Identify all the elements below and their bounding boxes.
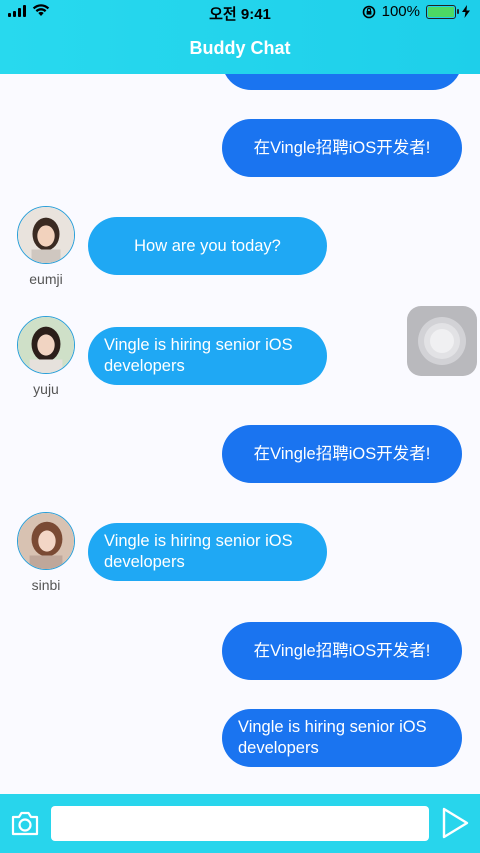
sender-name: eumji xyxy=(29,271,63,287)
message-bubble-outgoing: 在Vingle招聘iOS开发者! xyxy=(222,425,462,483)
navigation-header: 오전 9:41 100% Buddy Chat xyxy=(0,0,480,74)
sender-name: sinbi xyxy=(31,577,61,593)
page-title: Buddy Chat xyxy=(189,38,291,58)
message-bubble-partial xyxy=(222,74,462,90)
rotation-lock-icon xyxy=(362,5,375,18)
chat-screen: 오전 9:41 100% Buddy Chat 在Vingle招聘iOS开发者! xyxy=(0,0,480,853)
avatar-eumji[interactable] xyxy=(17,206,75,264)
assistive-touch-icon[interactable] xyxy=(407,306,477,376)
battery-percent: 100% xyxy=(381,3,420,20)
message-bubble-outgoing: 在Vingle招聘iOS开发者! xyxy=(222,119,462,177)
avatar-sinbi[interactable] xyxy=(17,512,75,570)
status-right: 100% xyxy=(362,3,470,20)
message-bubble-incoming: Vingle is hiring senior iOS developers xyxy=(88,327,327,385)
message-bubble-outgoing: 在Vingle招聘iOS开发者! xyxy=(222,622,462,680)
message-list[interactable]: 在Vingle招聘iOS开发者! eumji How are you today… xyxy=(0,74,480,794)
message-bubble-incoming: How are you today? xyxy=(88,217,327,275)
message-input[interactable] xyxy=(51,806,429,841)
avatar-yuju[interactable] xyxy=(17,316,75,374)
camera-icon[interactable] xyxy=(10,809,40,837)
composer-bar xyxy=(0,794,480,853)
send-icon[interactable] xyxy=(440,805,470,841)
message-bubble-outgoing: Vingle is hiring senior iOS developers xyxy=(222,709,462,767)
charging-bolt-icon xyxy=(462,5,470,18)
status-bar: 오전 9:41 100% xyxy=(0,0,480,24)
message-bubble-incoming: Vingle is hiring senior iOS developers xyxy=(88,523,327,581)
battery-icon xyxy=(426,4,459,19)
sender-name: yuju xyxy=(33,381,59,397)
